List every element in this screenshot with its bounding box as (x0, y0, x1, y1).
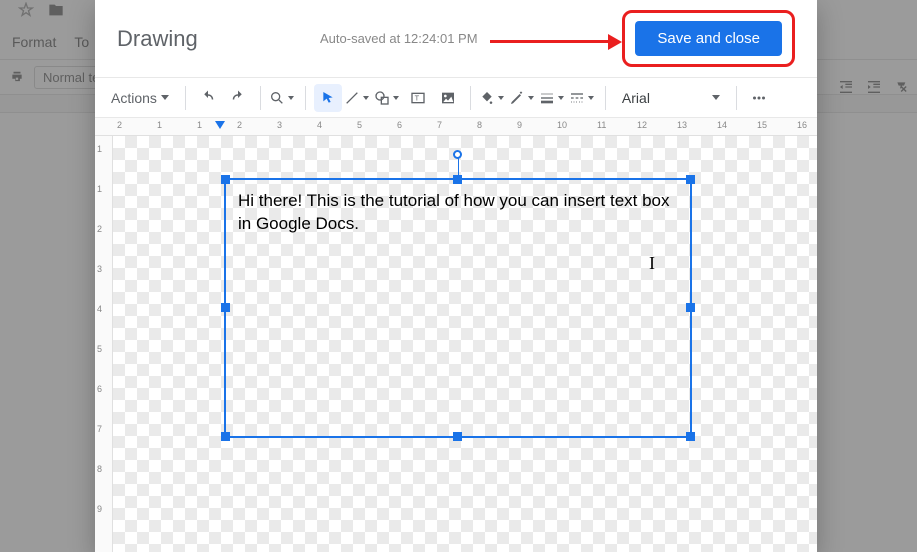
line-tool[interactable] (344, 84, 372, 112)
rotate-handle[interactable] (453, 150, 462, 159)
textbox-tool[interactable]: T (404, 84, 432, 112)
indent-marker-icon[interactable] (215, 121, 225, 129)
border-weight-button[interactable] (539, 84, 567, 112)
clear-formatting-icon[interactable] (891, 76, 913, 98)
ruler-horizontal[interactable]: 2112345678910111213141516 (95, 118, 817, 136)
ruler-tick: 9 (97, 504, 102, 514)
redo-button[interactable] (224, 84, 252, 112)
ruler-tick: 6 (397, 120, 402, 130)
ruler-tick: 2 (97, 224, 102, 234)
folder-icon[interactable] (48, 2, 78, 23)
resize-handle-tl[interactable] (221, 175, 230, 184)
ruler-tick: 16 (797, 120, 807, 130)
ruler-tick: 1 (97, 144, 102, 154)
ruler-tick: 3 (97, 264, 102, 274)
print-icon[interactable] (6, 66, 28, 88)
decrease-indent-icon[interactable] (835, 76, 857, 98)
font-family-select[interactable]: Arial (614, 90, 728, 106)
border-dash-button[interactable] (569, 84, 597, 112)
resize-handle-bl[interactable] (221, 432, 230, 441)
autosave-status: Auto-saved at 12:24:01 PM (320, 31, 478, 46)
save-button-highlight: Save and close (622, 10, 795, 67)
drawing-canvas[interactable]: Hi there! This is the tutorial of how yo… (113, 136, 817, 552)
ruler-tick: 7 (97, 424, 102, 434)
resize-handle-l[interactable] (221, 303, 230, 312)
ruler-tick: 10 (557, 120, 567, 130)
menu-format[interactable]: Format (12, 34, 56, 50)
ruler-tick: 13 (677, 120, 687, 130)
docs-right-tools (835, 76, 913, 98)
ruler-vertical[interactable]: 1 1 2 3 4 5 6 7 8 9 (95, 136, 113, 552)
fill-color-button[interactable] (479, 84, 507, 112)
resize-handle-tr[interactable] (686, 175, 695, 184)
ruler-tick: 5 (357, 120, 362, 130)
undo-button[interactable] (194, 84, 222, 112)
ruler-tick: 9 (517, 120, 522, 130)
resize-handle-b[interactable] (453, 432, 462, 441)
textbox-content[interactable]: Hi there! This is the tutorial of how yo… (226, 180, 690, 246)
ruler-tick: 3 (277, 120, 282, 130)
ruler-tick: 8 (477, 120, 482, 130)
shape-tool[interactable] (374, 84, 402, 112)
text-cursor-icon: I (649, 253, 655, 274)
ruler-tick: 4 (97, 304, 102, 314)
zoom-menu[interactable] (269, 84, 297, 112)
ruler-tick: 7 (437, 120, 442, 130)
ruler-tick: 5 (97, 344, 102, 354)
actions-menu[interactable]: Actions (109, 90, 177, 106)
ruler-tick: 1 (197, 120, 202, 130)
image-tool[interactable] (434, 84, 462, 112)
border-color-button[interactable] (509, 84, 537, 112)
svg-text:T: T (415, 93, 420, 102)
resize-handle-r[interactable] (686, 303, 695, 312)
drawing-dialog: Drawing Auto-saved at 12:24:01 PM Save a… (95, 0, 817, 552)
ruler-tick: 11 (597, 120, 606, 130)
select-tool[interactable] (314, 84, 342, 112)
ruler-tick: 6 (97, 384, 102, 394)
ruler-tick: 1 (97, 184, 102, 194)
ruler-tick: 4 (317, 120, 322, 130)
resize-handle-t[interactable] (453, 175, 462, 184)
textbox-shape[interactable]: Hi there! This is the tutorial of how yo… (224, 178, 692, 438)
ruler-tick: 15 (757, 120, 767, 130)
save-and-close-button[interactable]: Save and close (635, 21, 782, 56)
drawing-toolbar: Actions T Arial (95, 78, 817, 118)
ruler-tick: 2 (237, 120, 242, 130)
resize-handle-br[interactable] (686, 432, 695, 441)
ruler-tick: 1 (157, 120, 162, 130)
menu-tools[interactable]: To (74, 34, 89, 50)
ruler-tick: 14 (717, 120, 727, 130)
ruler-tick: 12 (637, 120, 647, 130)
more-options-button[interactable] (745, 84, 773, 112)
star-icon[interactable] (18, 2, 48, 23)
dialog-header: Drawing Auto-saved at 12:24:01 PM Save a… (95, 0, 817, 78)
ruler-tick: 2 (117, 120, 122, 130)
ruler-tick: 8 (97, 464, 102, 474)
dialog-title: Drawing (117, 26, 198, 52)
increase-indent-icon[interactable] (863, 76, 885, 98)
